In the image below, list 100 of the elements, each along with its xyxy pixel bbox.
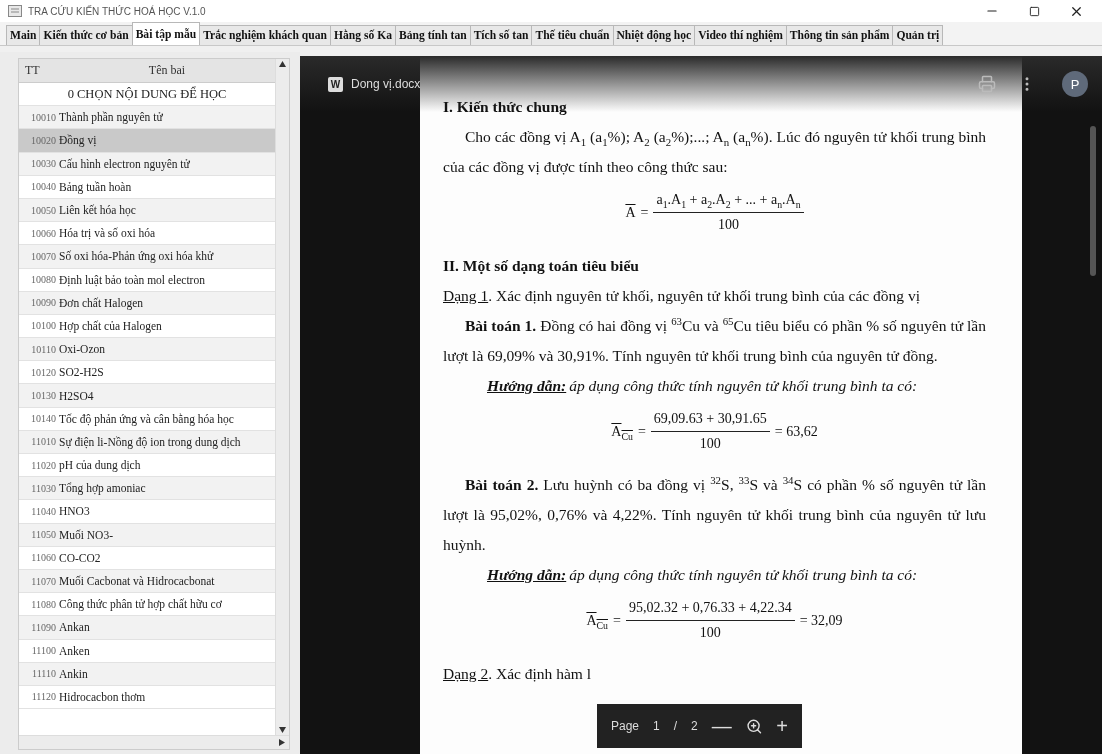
row-label: Số oxi hóa-Phản ứng oxi hóa khử <box>59 250 214 263</box>
tab[interactable]: Kiến thức cơ bản <box>39 25 133 45</box>
equals-sign: = <box>612 611 621 630</box>
scrollbar-thumb[interactable] <box>1090 126 1096 276</box>
list-row[interactable]: 10110 Oxi-Ozon <box>19 338 275 362</box>
zoom-out-button[interactable]: — <box>711 716 732 736</box>
tab[interactable]: Quản trị <box>892 25 944 45</box>
app-icon <box>8 5 22 17</box>
scroll-down-icon[interactable] <box>279 727 286 733</box>
maximize-icon[interactable] <box>1028 5 1040 17</box>
row-label: Muối Cacbonat và Hidrocacbonat <box>59 575 215 588</box>
formula-symbol: A$_{Cu}$ <box>611 422 633 442</box>
document-paragraph: Bài toán 1. Đồng có hai đồng vị $^{63}$Cu và $^{65}$Cu tiêu biểu có phần % số nguyên tử lần lượt là 69,09% và 30,91%. Tính nguyên tử khối trung bình của nguyên tử đồng. <box>443 313 986 366</box>
row-label: Tổng hợp amoniac <box>59 482 146 495</box>
document-heading: I. Kiến thức chung <box>443 97 568 117</box>
formula-symbol: A$_{Cu}$ <box>586 611 608 631</box>
tab[interactable]: Tích số tan <box>469 25 533 45</box>
row-label: SO2-H2S <box>59 366 104 379</box>
row-code: 10030 <box>30 158 57 170</box>
row-code: 10080 <box>30 274 57 286</box>
row-label: Hợp chất của Halogen <box>59 319 162 332</box>
row-label: Sự điện li-Nồng độ ion trong dung dịch <box>59 435 241 448</box>
row-code: 10110 <box>30 343 57 355</box>
row-code: 10070 <box>30 250 57 262</box>
row-code: 11060 <box>30 552 57 564</box>
row-code: 11070 <box>30 575 57 587</box>
page-total: 2 <box>691 719 698 733</box>
row-code: 11030 <box>30 482 57 494</box>
row-label: Đồng vị <box>59 134 97 147</box>
list-row[interactable]: 11010 Sự điện li-Nồng độ ion trong dung dịch <box>19 430 275 454</box>
document-heading: II. Một số dạng toán tiêu biểu <box>443 256 640 276</box>
hint-label: Hướng dẫn: <box>487 565 567 585</box>
tab[interactable]: Thông tin sản phẩm <box>785 25 894 45</box>
window-title: TRA CỨU KIẾN THỨC HOÁ HỌC V.1.0 <box>28 5 207 17</box>
row-code: 11090 <box>30 621 57 633</box>
row-label: HNO3 <box>59 505 90 518</box>
column-header[interactable]: Tên bai <box>59 63 275 78</box>
avatar[interactable]: P <box>1062 71 1088 97</box>
list-row[interactable]: 10070 Số oxi hóa-Phản ứng oxi hóa khử <box>19 245 275 269</box>
tab[interactable]: Bảng tính tan <box>395 25 471 45</box>
row-label: Liên kết hóa học <box>59 204 136 217</box>
file-type-icon: W <box>328 76 343 92</box>
row-code: 11040 <box>30 505 57 517</box>
list-row[interactable]: 10090 Đơn chất Halogen <box>19 291 275 315</box>
list-row[interactable]: 10130 H2SO4 <box>19 384 275 408</box>
tab[interactable]: Thế tiêu chuẩn <box>531 25 614 45</box>
horizontal-scrollbar[interactable] <box>19 735 289 749</box>
list-row[interactable]: 11030 Tổng hợp amoniac <box>19 477 275 501</box>
row-label: Đơn chất Halogen <box>59 296 143 309</box>
row-label: Cấu hình electron nguyên tử <box>59 157 190 170</box>
list-row[interactable]: 11050 Muối NO3- <box>19 523 275 547</box>
zoom-in-button[interactable]: + <box>776 716 788 736</box>
scroll-right-icon[interactable] <box>279 739 285 746</box>
row-code: 11110 <box>31 668 57 680</box>
row-code: 11020 <box>30 459 57 471</box>
list-row[interactable]: 10010 Thành phần nguyên tử <box>19 106 275 130</box>
scroll-up-icon[interactable] <box>279 61 286 67</box>
page-number: 1 <box>653 719 660 733</box>
equals-sign: = <box>640 203 649 222</box>
row-code: 11010 <box>30 436 57 448</box>
list-row[interactable]: 10030 Cấu hình electron nguyên tử <box>19 152 275 176</box>
hint-text: áp dụng công thức tính nguyên tử khối trung bình ta có: <box>569 565 918 585</box>
column-header[interactable]: TT <box>19 63 59 78</box>
tab[interactable]: Bài tập mẫu <box>131 22 201 45</box>
tab[interactable]: Main <box>6 25 41 45</box>
page-label: Page <box>611 719 640 733</box>
hint-text: áp dụng công thức tính nguyên tử khối trung bình ta có: <box>569 376 918 396</box>
row-label: 0 CHỌN NỘI DUNG ĐỂ HỌC <box>66 86 228 102</box>
row-code: 10060 <box>30 227 57 239</box>
tab[interactable]: Hằng số Ka <box>330 25 396 45</box>
row-code: 10020 <box>30 134 57 146</box>
formula-symbol: A <box>625 203 636 222</box>
tab[interactable]: Nhiệt động học <box>612 25 696 45</box>
row-label: Tốc độ phản ứng và cân bằng hóa học <box>59 412 234 425</box>
zoom-icon[interactable] <box>745 717 763 735</box>
formula-result: = 63,62 <box>774 422 818 441</box>
row-label: Công thức phân tử hợp chất hữu cơ <box>59 598 222 611</box>
row-label: Định luật bảo toàn mol electron <box>59 273 205 286</box>
row-label: H2SO4 <box>59 389 94 402</box>
list-row[interactable]: 11090 Ankan <box>19 616 275 640</box>
list-row[interactable]: 10020 Đồng vị <box>19 129 275 153</box>
row-label: Anken <box>59 644 90 657</box>
list-row[interactable]: 11110 Ankin <box>19 662 275 686</box>
numerator: 69,09.63 + 30,91.65 <box>650 409 770 432</box>
list-row[interactable]: 0 CHỌN NỘI DUNG ĐỂ HỌC <box>19 83 275 107</box>
scrollbar[interactable] <box>275 59 289 735</box>
list-row[interactable]: 10050 Liên kết hóa học <box>19 198 275 223</box>
row-label: Muối NO3- <box>59 528 113 541</box>
row-label: Ankan <box>59 621 90 634</box>
row-label: Hidrocacbon thơm <box>59 690 146 703</box>
row-label: CO-CO2 <box>59 551 101 564</box>
document-paragraph: Bài toán 2. Lưu huỳnh có ba đồng vị $^{32}$S, $^{33}$S và $^{34}$S có phần % số nguyên tử lần lượt là 95,02%, 0,76% và 4,22%. Tính nguyên tử khối trung bình của nguyên tử lưu huỳnh. <box>443 472 986 555</box>
row-code: 10010 <box>30 111 57 123</box>
denominator: 100 <box>699 624 721 642</box>
row-code: 10050 <box>30 204 57 216</box>
tab[interactable]: Video thí nghiệm <box>694 25 787 45</box>
tab[interactable]: Trắc nghiệm khách quan <box>199 25 331 45</box>
section-title: . Xác định nguyên tử khối, nguyên tử khối trung bình của các đồng vị <box>488 286 920 306</box>
list-row[interactable]: 11070 Muối Cacbonat và Hidrocacbonat <box>19 569 275 594</box>
row-label: Bảng tuần hoàn <box>59 180 132 193</box>
